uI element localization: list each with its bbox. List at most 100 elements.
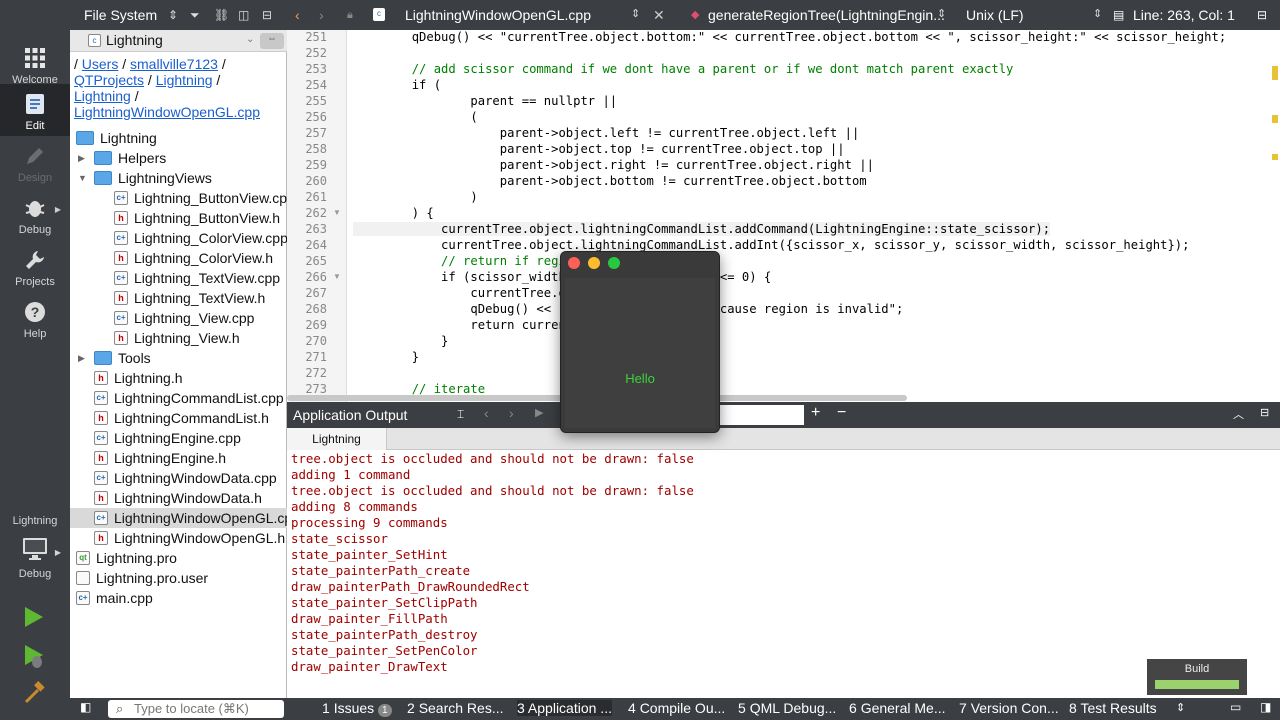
tree-folder[interactable]: ▶ Helpers xyxy=(70,148,287,168)
tree-file[interactable]: h Lightning_ColorView.h xyxy=(70,248,287,268)
zoom-out-icon[interactable]: − xyxy=(837,404,846,422)
output-pane-tab[interactable]: 3 Application ... xyxy=(517,700,612,716)
tree-file[interactable]: c+ Lightning_ColorView.cpp xyxy=(70,228,287,248)
tree-file[interactable]: h Lightning.h xyxy=(70,368,287,388)
run-button[interactable] xyxy=(22,605,46,632)
tree-file[interactable]: qt Lightning.pro xyxy=(70,548,287,568)
tree-file[interactable]: c+ Lightning_View.cpp xyxy=(70,308,287,328)
output-pane-tab[interactable]: 4 Compile Ou... xyxy=(628,700,725,716)
panel-title-dropdown[interactable]: File System xyxy=(84,7,157,23)
fold-marker-icon[interactable]: ▼ xyxy=(333,208,341,217)
output-pane-tab[interactable]: 7 Version Con... xyxy=(959,700,1059,716)
tree-file[interactable]: Lightning.pro.user xyxy=(70,568,287,588)
sync-button[interactable]: ⇔ xyxy=(260,33,284,49)
mode-welcome[interactable]: Welcome xyxy=(0,38,70,90)
mode-design[interactable]: Design xyxy=(0,136,70,188)
tree-file[interactable]: h LightningCommandList.h xyxy=(70,408,287,428)
close-window-button[interactable] xyxy=(568,257,580,269)
breadcrumb-link[interactable]: LightningWindowOpenGL.cpp xyxy=(74,104,260,120)
breadcrumb-link[interactable]: Lightning xyxy=(156,72,213,88)
updown-arrows-icon[interactable]: ⇕ xyxy=(1176,701,1185,714)
tree-folder[interactable]: Lightning xyxy=(70,128,287,148)
output-pane-tab[interactable]: 1 Issues 1 xyxy=(322,700,392,717)
build-button[interactable] xyxy=(22,681,46,708)
progress-toggle-icon[interactable]: ▭ xyxy=(1230,700,1241,714)
output-pane-tab[interactable]: 2 Search Res... xyxy=(407,700,504,716)
breadcrumb-link[interactable]: smallville7123 xyxy=(130,56,218,72)
code-editor[interactable]: 251 252 253 254 255 256 257 258 259 260 261 262 ▼ 263… xyxy=(287,30,1280,402)
tree-file[interactable]: c+ Lightning_ButtonView.cpp xyxy=(70,188,287,208)
edit-icon xyxy=(0,92,70,116)
output-log[interactable]: tree.object is occluded and should not b… xyxy=(287,450,1280,698)
chevron-up-icon[interactable]: ︿ xyxy=(1233,406,1244,422)
mode-edit[interactable]: Edit xyxy=(0,84,70,136)
breadcrumb-link[interactable]: Users xyxy=(82,56,119,72)
fold-marker-icon[interactable]: ▼ xyxy=(333,272,341,281)
tree-file[interactable]: c+ LightningWindowData.cpp xyxy=(70,468,287,488)
build-progress[interactable]: Build xyxy=(1147,659,1247,695)
output-pane-tab[interactable]: 8 Test Results xyxy=(1069,700,1157,716)
project-selector[interactable]: c Lightning ⌄ ⇔ xyxy=(70,30,287,52)
symbol-dropdown[interactable]: generateRegionTree(LightningEngin... xyxy=(708,7,945,23)
tree-folder[interactable]: ▼ LightningViews xyxy=(70,168,287,188)
tree-item-label: Lightning_ButtonView.cpp xyxy=(134,190,287,206)
tree-file[interactable]: h Lightning_ButtonView.h xyxy=(70,208,287,228)
minimize-window-button[interactable] xyxy=(588,257,600,269)
next-icon[interactable]: › xyxy=(509,405,514,421)
cpp-file-icon: c+ xyxy=(94,431,108,445)
cpp-file-icon: c+ xyxy=(114,311,128,325)
collapsed-arrow-icon[interactable]: ▶ xyxy=(78,148,85,168)
hello-app-window[interactable]: Hello xyxy=(560,251,720,433)
maximize-window-button[interactable] xyxy=(608,257,620,269)
breadcrumb-link[interactable]: QTProjects xyxy=(74,72,144,88)
output-pane-tab[interactable]: 6 General Me... xyxy=(849,700,946,716)
sidebar-toggle-icon[interactable]: ◧ xyxy=(80,700,91,714)
close-pane-icon[interactable]: ⊟ xyxy=(1260,406,1269,419)
line-endings-dropdown[interactable]: Unix (LF) xyxy=(966,7,1024,23)
previous-icon[interactable]: ‹ xyxy=(484,405,489,421)
run-icon[interactable]: ▶ xyxy=(535,406,543,419)
tab-label: Test Results xyxy=(1080,700,1157,716)
output-tabs: Lightning xyxy=(287,428,1280,450)
tree-file[interactable]: h Lightning_View.h xyxy=(70,328,287,348)
zoom-in-icon[interactable]: + xyxy=(811,404,820,422)
clean-icon[interactable]: ⌶ xyxy=(457,407,464,422)
output-tab-lightning[interactable]: Lightning xyxy=(287,428,387,450)
open-file-dropdown[interactable]: LightningWindowOpenGL.cpp xyxy=(405,7,591,23)
tree-file[interactable]: c+ LightningWindowOpenGL.cpp xyxy=(70,508,287,528)
split-view-icon[interactable]: ⊟ xyxy=(1257,8,1267,22)
right-sidebar-toggle-icon[interactable]: ◨ xyxy=(1260,700,1271,714)
link-icon[interactable]: ⛓ xyxy=(214,8,229,22)
mode-debug[interactable]: ▶ Debug xyxy=(0,188,70,240)
filter-input[interactable] xyxy=(720,405,804,425)
split-icon[interactable]: ◫ xyxy=(238,8,249,22)
tree-file[interactable]: c+ main.cpp xyxy=(70,588,287,608)
tree-file[interactable]: c+ Lightning_TextView.cpp xyxy=(70,268,287,288)
tree-file[interactable]: h LightningEngine.h xyxy=(70,448,287,468)
filter-icon[interactable]: ⏷ xyxy=(190,8,200,23)
cursor-position[interactable]: Line: 263, Col: 1 xyxy=(1133,7,1235,23)
breadcrumb-link[interactable]: Lightning xyxy=(74,88,131,104)
output-pane-tab[interactable]: 5 QML Debug... xyxy=(738,700,836,716)
forward-arrow-icon[interactable]: › xyxy=(319,7,324,23)
tree-folder[interactable]: ▶ Tools xyxy=(70,348,287,368)
tree-file[interactable]: c+ LightningEngine.cpp xyxy=(70,428,287,448)
code-line: ) xyxy=(353,190,478,204)
close-file-icon[interactable]: ✕ xyxy=(653,7,665,24)
debug-run-button[interactable] xyxy=(22,643,46,672)
play-icon xyxy=(25,607,43,627)
change-marker xyxy=(1272,154,1278,160)
close-panel-icon[interactable]: ⊟ xyxy=(262,8,272,22)
tree-file[interactable]: h LightningWindowOpenGL.h xyxy=(70,528,287,548)
kit-selector[interactable]: ▶ Debug xyxy=(0,534,70,584)
mode-projects[interactable]: Projects xyxy=(0,240,70,292)
locator-input[interactable]: ⌕ Type to locate (⌘K) xyxy=(108,700,284,718)
tree-file[interactable]: h LightningWindowData.h xyxy=(70,488,287,508)
breadcrumb-prefix: / xyxy=(74,56,82,72)
mode-help[interactable]: ? Help xyxy=(0,292,70,344)
back-arrow-icon[interactable]: ‹ xyxy=(295,7,300,23)
collapsed-arrow-icon[interactable]: ▶ xyxy=(78,348,85,368)
tree-file[interactable]: c+ LightningCommandList.cpp xyxy=(70,388,287,408)
tree-file[interactable]: h Lightning_TextView.h xyxy=(70,288,287,308)
expanded-arrow-icon[interactable]: ▼ xyxy=(78,168,87,188)
